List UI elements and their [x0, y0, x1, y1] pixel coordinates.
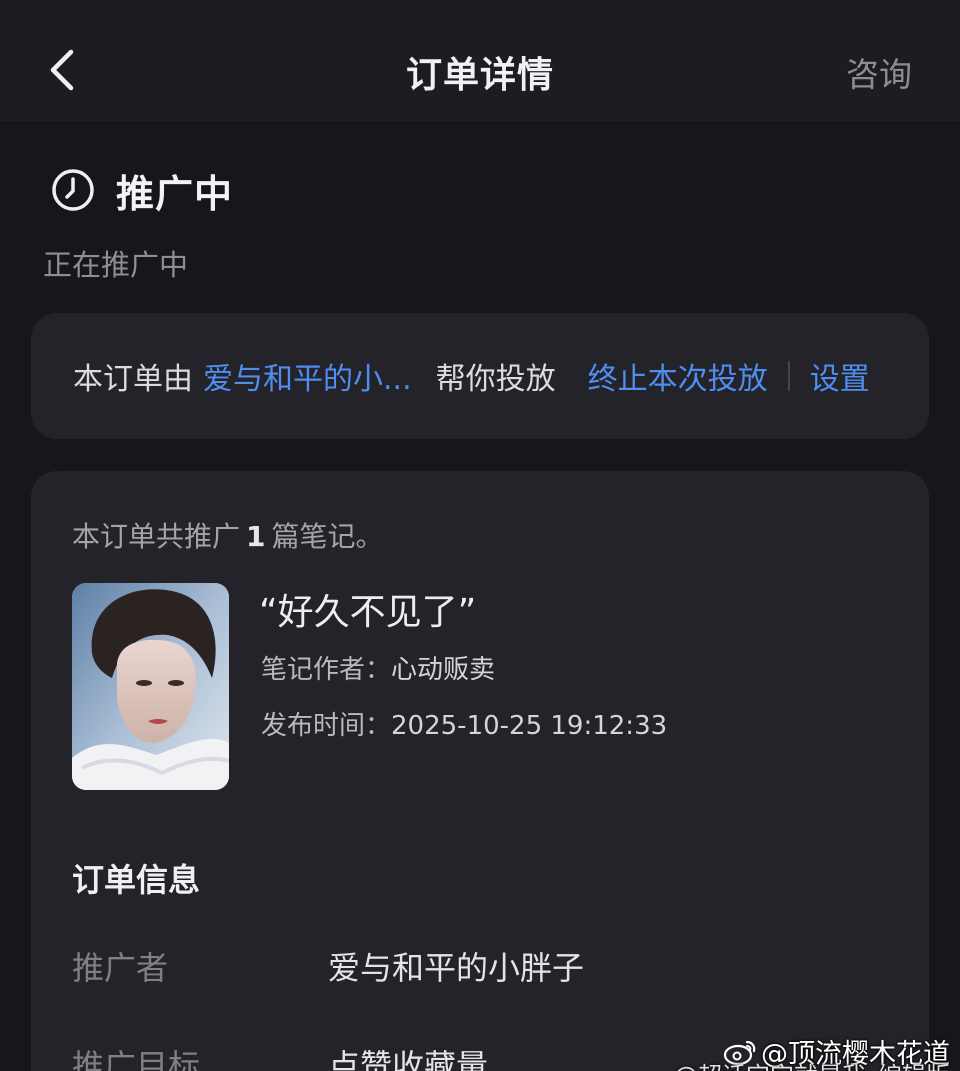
order-info-value: 爱与和平的小胖子 [328, 949, 585, 987]
status-title: 推广中 [116, 171, 234, 216]
order-detail-page: 订单详情 咨询 推广中 正在推广中 本订单由 爱与和平的小... 帮你投放 终止… [0, 0, 960, 1071]
order-main-card: 本订单共推广 1 篇笔记。 “好久不见了” 笔记作者：心动贩卖 发布时间：202… [31, 471, 929, 1071]
note-time-value: 2025-10-25 19:12:33 [391, 711, 668, 741]
stop-delivery-link[interactable]: 终止本次投放 [588, 354, 768, 398]
notice-prefix: 本订单由 [73, 362, 193, 397]
note-title[interactable]: “好久不见了” [259, 583, 476, 635]
watermark-secondary: @超话宝宝就是我_编辑版 [674, 1056, 950, 1071]
promoter-link[interactable]: 爱与和平的小... [203, 354, 412, 398]
delivery-notice-card: 本订单由 爱与和平的小... 帮你投放 终止本次投放 设置 [31, 313, 929, 439]
notice-middle: 帮你投放 [435, 362, 556, 397]
link-divider [787, 361, 790, 391]
note-count-summary: 本订单共推广 1 篇笔记。 [72, 515, 384, 555]
page-title: 订单详情 [405, 55, 554, 96]
top-navigation-bar: 订单详情 咨询 [0, 0, 960, 123]
delivery-notice: 本订单由 爱与和平的小... 帮你投放 终止本次投放 设置 [73, 313, 870, 439]
note-time-row: 发布时间：2025-10-25 19:12:33 [261, 705, 667, 742]
note-author-value: 心动贩卖 [391, 655, 496, 685]
consult-button[interactable]: 咨询 [846, 48, 912, 96]
note-count-suffix: 篇笔记。 [271, 520, 384, 553]
status-header: 推广中 [50, 162, 233, 218]
portrait-image [72, 583, 229, 790]
clock-icon [50, 167, 96, 213]
note-count-prefix: 本订单共推广 [72, 520, 241, 553]
note-author-label: 笔记作者： [261, 655, 392, 685]
note-time-label: 发布时间： [261, 711, 392, 741]
settings-link[interactable]: 设置 [810, 354, 870, 398]
order-info-label: 推广目标 [72, 1047, 201, 1071]
note-count-number: 1 [246, 520, 266, 553]
status-subtitle: 正在推广中 [43, 248, 189, 282]
order-info-title: 订单信息 [72, 861, 201, 899]
note-author-row: 笔记作者：心动贩卖 [261, 649, 495, 686]
order-info-value: 点赞收藏量 [328, 1047, 489, 1071]
order-info-label: 推广者 [72, 949, 169, 987]
note-thumbnail[interactable] [72, 583, 229, 790]
